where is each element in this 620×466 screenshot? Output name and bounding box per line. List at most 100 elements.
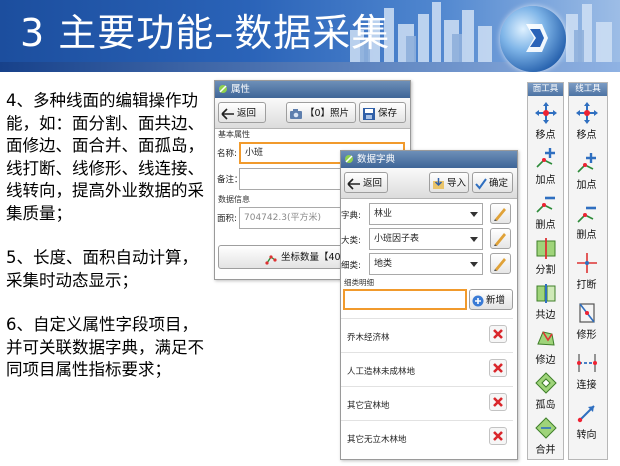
feature-paragraph-5: 5、长度、面积自动计算，采集时动态显示； <box>6 248 198 290</box>
dictionary-list-item[interactable]: 其它无立木林地 <box>341 420 513 454</box>
face-tools-button[interactable]: 共边 <box>530 279 561 325</box>
dictionary-item-label: 人工造林未成林地 <box>347 367 416 377</box>
feature-description: 4、多种线面的编辑操作功能，如：面分割、面共边、面修边、面合并、面孤岛，线打断、… <box>6 90 211 404</box>
dict-select[interactable]: 林业 <box>369 203 483 225</box>
dictionary-list-item[interactable]: 乔木经济林 <box>341 318 513 352</box>
delete-x-icon <box>493 397 503 407</box>
line-tools-button[interactable]: 连接 <box>571 349 602 395</box>
add-new-button[interactable]: 新增 <box>469 289 513 310</box>
line-tools-button[interactable]: 移点 <box>571 99 602 145</box>
photo-button-label: 【0】照片 <box>305 108 350 119</box>
tool-label: 加点 <box>576 180 597 191</box>
import-button[interactable]: 导入 <box>429 172 469 193</box>
app-icon <box>219 85 227 93</box>
import-icon <box>433 177 444 189</box>
face-tools-title: 面工具 <box>528 83 563 96</box>
tool-label: 修边 <box>535 355 556 366</box>
tool-label: 孤岛 <box>535 400 556 411</box>
delete-item-button[interactable] <box>489 427 507 445</box>
dict-edit-button[interactable] <box>490 203 511 224</box>
face-tools-button[interactable]: 加点 <box>530 144 561 190</box>
new-item-input[interactable] <box>343 289 467 310</box>
minor-label: 细类: <box>341 261 361 271</box>
dict-row: 字典: 林业 <box>341 202 517 227</box>
face-tools-button[interactable]: 合并 <box>530 414 561 460</box>
dropdown-arrow-icon <box>470 237 478 242</box>
tool-label: 连接 <box>576 380 597 391</box>
major-edit-button[interactable] <box>490 228 511 249</box>
major-select[interactable]: 小班因子表 <box>369 228 483 250</box>
island-icon <box>534 372 557 394</box>
move-point-icon <box>575 102 598 124</box>
confirm-label: 确定 <box>489 178 509 189</box>
coordinates-icon <box>265 254 277 265</box>
checkmark-icon <box>475 177 487 190</box>
dictionary-item-label: 乔木经济林 <box>347 333 390 343</box>
save-button-label: 保存 <box>378 108 398 119</box>
dictionary-list-item[interactable]: 人工造林未成林地 <box>341 352 513 386</box>
tool-label: 转向 <box>576 430 597 441</box>
header-banner: 3 主要功能–数据采集 <box>0 0 620 72</box>
dict-back-button[interactable]: 返回 <box>344 172 388 193</box>
tool-label: 加点 <box>535 175 556 186</box>
line-tools-title: 线工具 <box>569 83 607 96</box>
delete-point-icon <box>576 206 596 223</box>
line-tools-button[interactable]: 修形 <box>571 299 602 345</box>
line-tools-button[interactable]: 加点 <box>571 149 602 195</box>
tool-label: 打断 <box>576 280 597 291</box>
pencil-icon <box>494 233 506 246</box>
back-button-label: 返回 <box>237 108 257 119</box>
line-tools-button[interactable]: 转向 <box>571 399 602 445</box>
face-tools-panel: 面工具 移点加点删点分割共边修边孤岛合并 <box>527 82 564 460</box>
minor-edit-button[interactable] <box>490 253 511 274</box>
tool-label: 移点 <box>535 130 556 141</box>
confirm-button[interactable]: 确定 <box>472 172 513 193</box>
line-tools-button[interactable]: 打断 <box>571 249 602 295</box>
pencil-icon <box>494 208 506 221</box>
edit-edge-icon <box>536 331 555 346</box>
line-tools-panel: 线工具 移点加点删点打断修形连接转向 <box>568 82 608 460</box>
break-line-icon <box>576 253 597 273</box>
dict-toolbar: 返回 导入 确定 <box>341 168 517 199</box>
import-label: 导入 <box>447 178 467 189</box>
back-button[interactable]: 返回 <box>218 102 266 123</box>
connect-icon <box>576 354 597 372</box>
tool-label: 分割 <box>535 265 556 276</box>
dictionary-item-label: 其它无立木林地 <box>347 435 407 445</box>
minor-select[interactable]: 地类 <box>369 253 483 275</box>
reverse-direction-icon <box>577 405 595 423</box>
line-tools-button[interactable]: 删点 <box>571 199 602 245</box>
face-tools-button[interactable]: 移点 <box>530 99 561 145</box>
delete-item-button[interactable] <box>489 325 507 343</box>
delete-point-icon <box>535 196 555 213</box>
back-arrow-icon <box>347 177 360 190</box>
add-point-icon <box>576 153 596 173</box>
face-tools-button[interactable]: 删点 <box>530 189 561 235</box>
delete-item-button[interactable] <box>489 393 507 411</box>
back-arrow-icon <box>221 107 234 120</box>
major-row: 大类: 小班因子表 <box>341 227 517 252</box>
delete-x-icon <box>493 363 503 373</box>
feature-paragraph-6: 6、自定义属性字段项目，并可关联数据字典，满足不同项目属性指标要求； <box>6 315 204 379</box>
minor-row: 细类: 地类 <box>341 252 517 277</box>
minor-select-value: 地类 <box>374 259 393 269</box>
page-title: 3 主要功能–数据采集 <box>20 11 391 55</box>
attribute-window-titlebar: 属性 <box>215 81 410 98</box>
dictionary-list-item[interactable]: 其它宜林地 <box>341 386 513 420</box>
photo-button[interactable]: 【0】照片 <box>286 102 356 123</box>
tool-label: 删点 <box>535 220 556 231</box>
face-tools-button[interactable]: 孤岛 <box>530 369 561 415</box>
dict-select-value: 林业 <box>374 209 393 219</box>
save-button[interactable]: 保存 <box>359 102 406 123</box>
name-label: 名称: <box>217 149 237 159</box>
face-tools-button[interactable]: 分割 <box>530 234 561 280</box>
tool-label: 共边 <box>535 310 556 321</box>
new-item-row: 新增 <box>341 288 517 318</box>
dict-window-titlebar: 数据字典 <box>341 151 517 168</box>
major-label: 大类: <box>341 236 361 246</box>
coord-count-label: 坐标数量【40 <box>281 252 341 263</box>
delete-item-button[interactable] <box>489 359 507 377</box>
delete-x-icon <box>493 329 503 339</box>
face-tools-button[interactable]: 修边 <box>530 324 561 370</box>
detail-header: 细类明细 <box>344 278 374 287</box>
